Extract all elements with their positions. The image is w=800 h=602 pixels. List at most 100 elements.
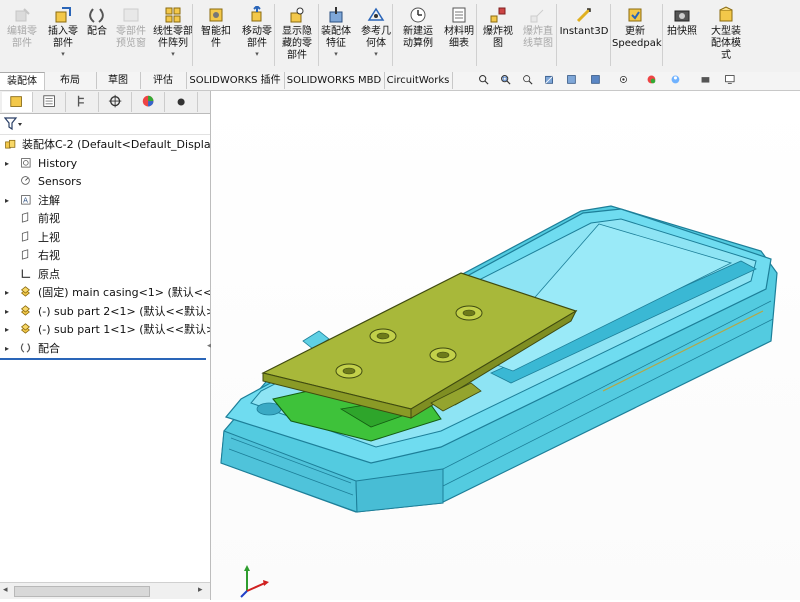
show-hidden-components-icon xyxy=(288,6,306,24)
show-hidden-components-button[interactable]: 显示隐 藏的零 部件 xyxy=(278,2,316,68)
ribbon-label: 新建运 xyxy=(403,26,433,37)
ribbon-label: 藏的零 xyxy=(282,38,312,49)
expand-arrow-icon[interactable]: ▸ xyxy=(5,340,9,358)
update-speedpak-icon xyxy=(626,6,644,24)
apply-scene-icon[interactable] xyxy=(670,74,684,88)
ribbon-separator xyxy=(274,4,275,66)
tree-item[interactable]: ▸ (-) sub part 1<1> (默认<<默认>_显示状态 1>) xyxy=(0,321,210,339)
component-preview-button: 零部件 预览窗 xyxy=(112,2,150,68)
chevron-down-icon[interactable]: ▾ xyxy=(316,50,356,58)
assembly-features-icon xyxy=(327,6,345,24)
tree-item[interactable]: ▸ (-) sub part 2<1> (默认<<默认>_显示状态 1>) xyxy=(0,303,210,321)
expand-arrow-icon[interactable]: ▸ xyxy=(5,192,9,210)
expand-arrow-icon[interactable]: ▸ xyxy=(5,155,9,173)
tree-item[interactable]: ▸ A 注解 xyxy=(0,192,210,210)
feature-manager-icon xyxy=(9,94,25,113)
panel-tab-dimxpert[interactable] xyxy=(101,92,132,112)
large-assembly-mode-icon xyxy=(717,6,735,24)
zoom-to-fit-icon[interactable] xyxy=(478,74,492,88)
panel-tab-display-manager[interactable] xyxy=(134,92,165,112)
tab-0[interactable]: 装配体 xyxy=(0,72,45,90)
tree-item[interactable]: 装配体C-2 (Default<Default_Display State-1>… xyxy=(0,136,210,154)
chevron-down-icon[interactable]: ▾ xyxy=(356,50,396,58)
insert-components-button[interactable]: 插入零 部件 ▾ xyxy=(44,2,82,68)
tree-item[interactable]: 原点 xyxy=(0,266,210,284)
ribbon-label: 何体 xyxy=(366,38,386,49)
view-orientation-icon[interactable] xyxy=(566,74,580,88)
tree-item-label: 原点 xyxy=(38,267,60,281)
ribbon-label: 编辑零 xyxy=(7,26,37,37)
scroll-right-arrow[interactable]: ▸ xyxy=(198,585,203,595)
snapshot-button[interactable]: 拍快照 xyxy=(664,2,700,68)
tab-2[interactable]: 草图 xyxy=(96,72,141,89)
large-assembly-mode-button[interactable]: 大型装 配体模式 xyxy=(702,2,750,68)
tab-3[interactable]: 评估 xyxy=(140,72,187,89)
display-monitor-icon[interactable] xyxy=(724,74,738,88)
panel-tab-feature-manager[interactable] xyxy=(2,92,33,112)
snapshot-icon xyxy=(673,6,691,24)
tree-item-label: 前视 xyxy=(38,212,60,225)
graphics-viewport[interactable] xyxy=(211,91,800,600)
expand-arrow-icon[interactable]: ▸ xyxy=(5,321,9,339)
tree-item-label: 右视 xyxy=(38,249,60,262)
ribbon-separator xyxy=(392,4,393,66)
svg-text:A: A xyxy=(23,196,28,204)
ribbon-separator xyxy=(556,4,557,66)
reference-geometry-button[interactable]: 参考几 何体 ▾ xyxy=(356,2,396,68)
scroll-left-arrow[interactable]: ◂ xyxy=(3,585,8,595)
display-style-icon[interactable] xyxy=(590,74,604,88)
exploded-view-button[interactable]: 爆炸视图 xyxy=(478,2,518,68)
hide-show-items-icon[interactable] xyxy=(618,74,632,88)
tree-item[interactable]: ▸ History xyxy=(0,155,210,173)
view-settings-icon[interactable] xyxy=(700,74,714,88)
history-icon xyxy=(20,157,34,171)
panel-tab-property-manager[interactable] xyxy=(35,92,66,112)
zoom-to-area-icon[interactable] xyxy=(500,74,514,88)
chevron-down-icon[interactable]: ▾ xyxy=(236,50,278,58)
ribbon-separator xyxy=(662,4,663,66)
instant3d-button[interactable]: Instant3D xyxy=(558,2,610,68)
panel-tab-more-panel[interactable] xyxy=(167,92,198,112)
tree-item-label: Sensors xyxy=(38,175,82,188)
edit-component-button: 编辑零 部件 xyxy=(2,2,42,68)
edit-appearance-icon[interactable] xyxy=(646,74,660,88)
expand-arrow-icon[interactable]: ▸ xyxy=(5,303,9,321)
horizontal-scrollbar[interactable]: ◂ ▸ xyxy=(0,582,210,599)
ribbon-separator xyxy=(192,4,193,66)
smart-fasteners-button[interactable]: 智能扣件 xyxy=(196,2,236,68)
ribbon-label: 装配体 xyxy=(321,26,351,37)
plane-icon xyxy=(20,212,34,226)
tree-item[interactable]: ▸ 配合 xyxy=(0,340,210,358)
ribbon-label: 特征 xyxy=(326,38,346,49)
tree-item[interactable]: 前视 xyxy=(0,210,210,228)
assembly-features-button[interactable]: 装配体 特征 ▾ xyxy=(316,2,356,68)
mate-button[interactable]: 配合 xyxy=(82,2,112,68)
section-view-icon[interactable] xyxy=(544,74,558,88)
tree-item[interactable]: Sensors xyxy=(0,173,210,191)
tab-1[interactable]: 布局 xyxy=(44,72,97,89)
new-motion-study-button[interactable]: 新建运 动算例 xyxy=(396,2,440,68)
linear-pattern-button[interactable]: 线性零部 件阵列 ▾ xyxy=(150,2,196,68)
tab-5[interactable]: SOLIDWORKS MBD xyxy=(284,72,385,89)
ribbon-label: 式 xyxy=(721,50,731,61)
tree-item[interactable]: ▸ (固定) main casing<1> (默认<<默认>_显示状态 1>) xyxy=(0,284,210,302)
panel-tab-configuration-manager[interactable] xyxy=(68,92,99,112)
tab-4[interactable]: SOLIDWORKS 插件 xyxy=(186,72,285,89)
chevron-down-icon[interactable]: ▾ xyxy=(150,50,196,58)
chevron-down-icon[interactable]: ▾ xyxy=(44,50,82,58)
expand-arrow-icon[interactable]: ▸ xyxy=(5,284,9,302)
move-component-button[interactable]: 移动零 部件 ▾ xyxy=(236,2,278,68)
bill-of-materials-button[interactable]: 材料明 细表 xyxy=(440,2,478,68)
instant3d-icon xyxy=(575,6,593,24)
tree-item[interactable]: 上视 xyxy=(0,229,210,247)
filter-icon[interactable] xyxy=(3,117,24,131)
scroll-thumb[interactable] xyxy=(14,586,150,597)
tab-6[interactable]: CircuitWorks xyxy=(384,72,453,89)
update-speedpak-button[interactable]: 更新 Speedpak xyxy=(612,2,662,68)
display-manager-icon xyxy=(141,94,157,113)
ribbon-separator xyxy=(610,4,611,66)
panel-tabs xyxy=(0,91,210,114)
previous-view-icon[interactable] xyxy=(522,74,536,88)
ribbon-label: 线草图 xyxy=(523,38,553,49)
tree-item[interactable]: 右视 xyxy=(0,247,210,265)
